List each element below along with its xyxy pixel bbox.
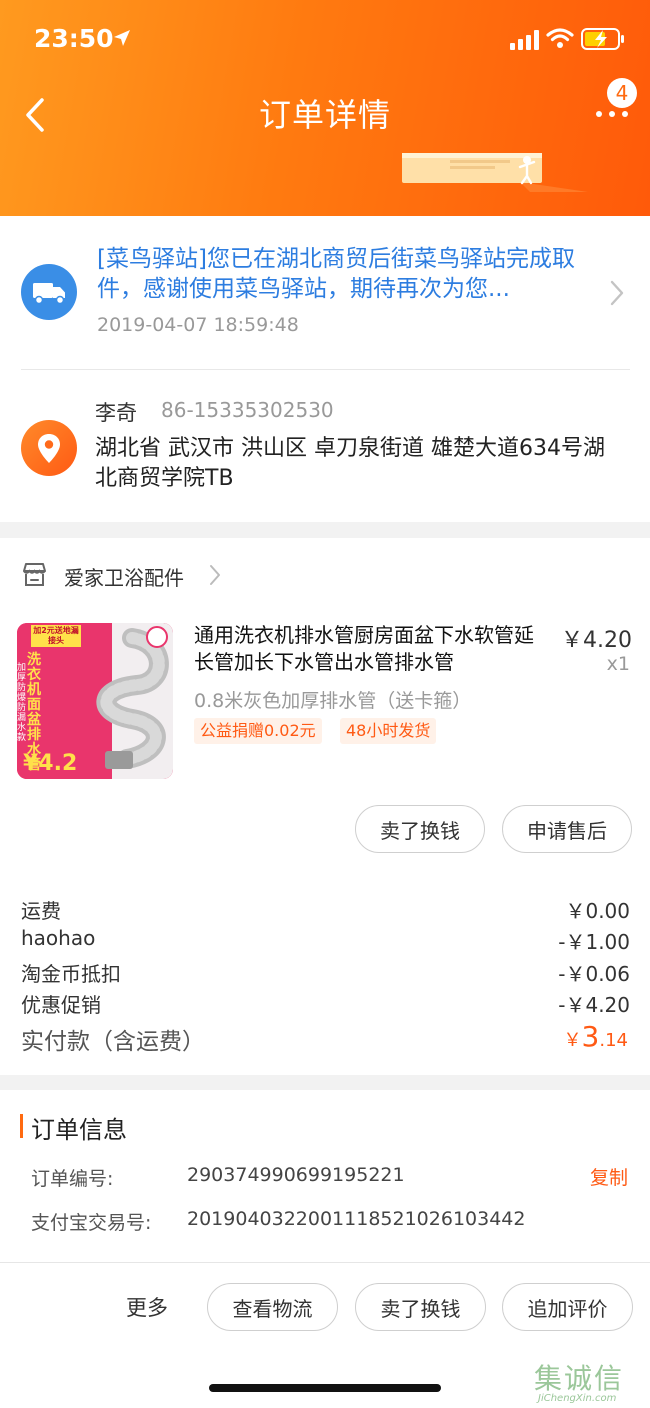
order-number: 290374990699195221	[187, 1164, 405, 1186]
total-paid-amount: ￥3.14	[564, 1020, 628, 1053]
home-indicator[interactable]	[209, 1384, 441, 1392]
watermark-url: JiChengXin.com	[538, 1393, 617, 1404]
header: 23:50 订单详情 4	[0, 0, 650, 216]
battery-charging-icon	[581, 28, 624, 50]
shop-name[interactable]: 爱家卫浴配件	[64, 562, 184, 591]
alipay-trade-number: 2019040322001118521026103442	[187, 1208, 526, 1230]
receiver-address: 湖北省 武汉市 洪山区 卓刀泉街道 雄楚大道634号湖北商贸学院TB	[95, 436, 605, 491]
fee-label: 运费	[21, 899, 61, 923]
sell-item-button[interactable]: 卖了换钱	[355, 805, 485, 853]
location-pin-icon	[38, 434, 60, 463]
cellular-signal-icon	[510, 30, 539, 50]
fee-row-promotion: 优惠促销 -￥4.20	[21, 989, 630, 1018]
total-integer: 3	[581, 1020, 600, 1053]
fee-value: -￥0.06	[558, 962, 630, 986]
logistics-status-icon	[21, 264, 77, 320]
more-actions-link[interactable]: 更多	[126, 1292, 168, 1322]
status-time: 23:50	[34, 24, 114, 53]
fee-label: 优惠促销	[21, 993, 101, 1017]
product-thumbnail[interactable]: 加2元送地漏接头 洗衣机面盆排水管 加厚防爆防漏水款 ¥4.2	[17, 623, 173, 779]
product-quantity: x1	[606, 653, 630, 675]
after-sale-button[interactable]: 申请售后	[502, 805, 632, 853]
watermark-text: 集诚信	[534, 1362, 625, 1395]
fee-value: -￥1.00	[558, 930, 630, 954]
product-title[interactable]: 通用洗衣机排水管厨房面盆下水软管延长管加长下水管出水管排水管	[194, 622, 544, 676]
sell-button[interactable]: 卖了换钱	[355, 1283, 486, 1331]
chevron-right-icon[interactable]	[208, 563, 222, 587]
watermark: 集诚信 JiChengXin.com	[534, 1357, 646, 1407]
divider	[21, 369, 630, 370]
message-count-badge[interactable]: 4	[607, 78, 637, 108]
fee-label: haohao	[21, 926, 96, 950]
receiver-phone: 86-15335302530	[161, 398, 334, 422]
logistics-latest-status[interactable]: [菜鸟驿站]您已在湖北商贸后街菜鸟驿站完成取件，感谢使用菜鸟驿站，期待再次为您.…	[97, 244, 597, 304]
total-paid-label: 实付款（含运费）	[21, 1029, 205, 1055]
thumb-price: ¥4.2	[23, 751, 78, 776]
view-logistics-button[interactable]: 查看物流	[207, 1283, 338, 1331]
fee-row-taojinbi: 淘金币抵扣 -￥0.06	[21, 958, 630, 987]
product-sku: 0.8米灰色加厚排水管（送卡箍）	[194, 690, 472, 712]
charity-tag: 公益捐赠0.02元	[194, 718, 322, 744]
product-price: ￥4.20	[561, 628, 632, 653]
copy-order-number-button[interactable]: 复制	[590, 1163, 628, 1190]
logistics-time: 2019-04-07 18:59:48	[97, 314, 299, 336]
fee-row-haohao: haohao -￥1.00	[21, 926, 630, 954]
location-arrow-icon	[114, 30, 130, 46]
total-decimal: .14	[599, 1030, 628, 1051]
fee-row-shipping: 运费 ￥0.00	[21, 895, 630, 924]
thumb-promo-text: 加2元送地漏接头	[33, 626, 79, 645]
order-info-title: 订单信息	[31, 1116, 127, 1144]
fee-value: -￥4.20	[558, 993, 630, 1017]
currency-symbol: ￥	[563, 1030, 582, 1051]
wifi-icon	[546, 28, 574, 48]
page-title: 订单详情	[258, 96, 391, 134]
delivery-box-illustration	[402, 153, 588, 192]
shipping-tag: 48小时发货	[340, 718, 437, 744]
address-icon	[21, 420, 77, 476]
chevron-right-icon[interactable]	[608, 278, 626, 308]
truck-icon	[33, 283, 65, 305]
shop-icon	[23, 563, 46, 586]
fee-value: ￥0.00	[565, 899, 630, 923]
fee-label: 淘金币抵扣	[21, 962, 121, 986]
receiver-name: 李奇	[95, 401, 137, 425]
thumb-side-text: 加厚防爆防漏水款	[17, 663, 27, 743]
alipay-trade-label: 支付宝交易号:	[31, 1212, 152, 1234]
order-number-label: 订单编号:	[31, 1168, 114, 1190]
add-review-button[interactable]: 追加评价	[502, 1283, 633, 1331]
section-accent-bar	[20, 1114, 23, 1138]
